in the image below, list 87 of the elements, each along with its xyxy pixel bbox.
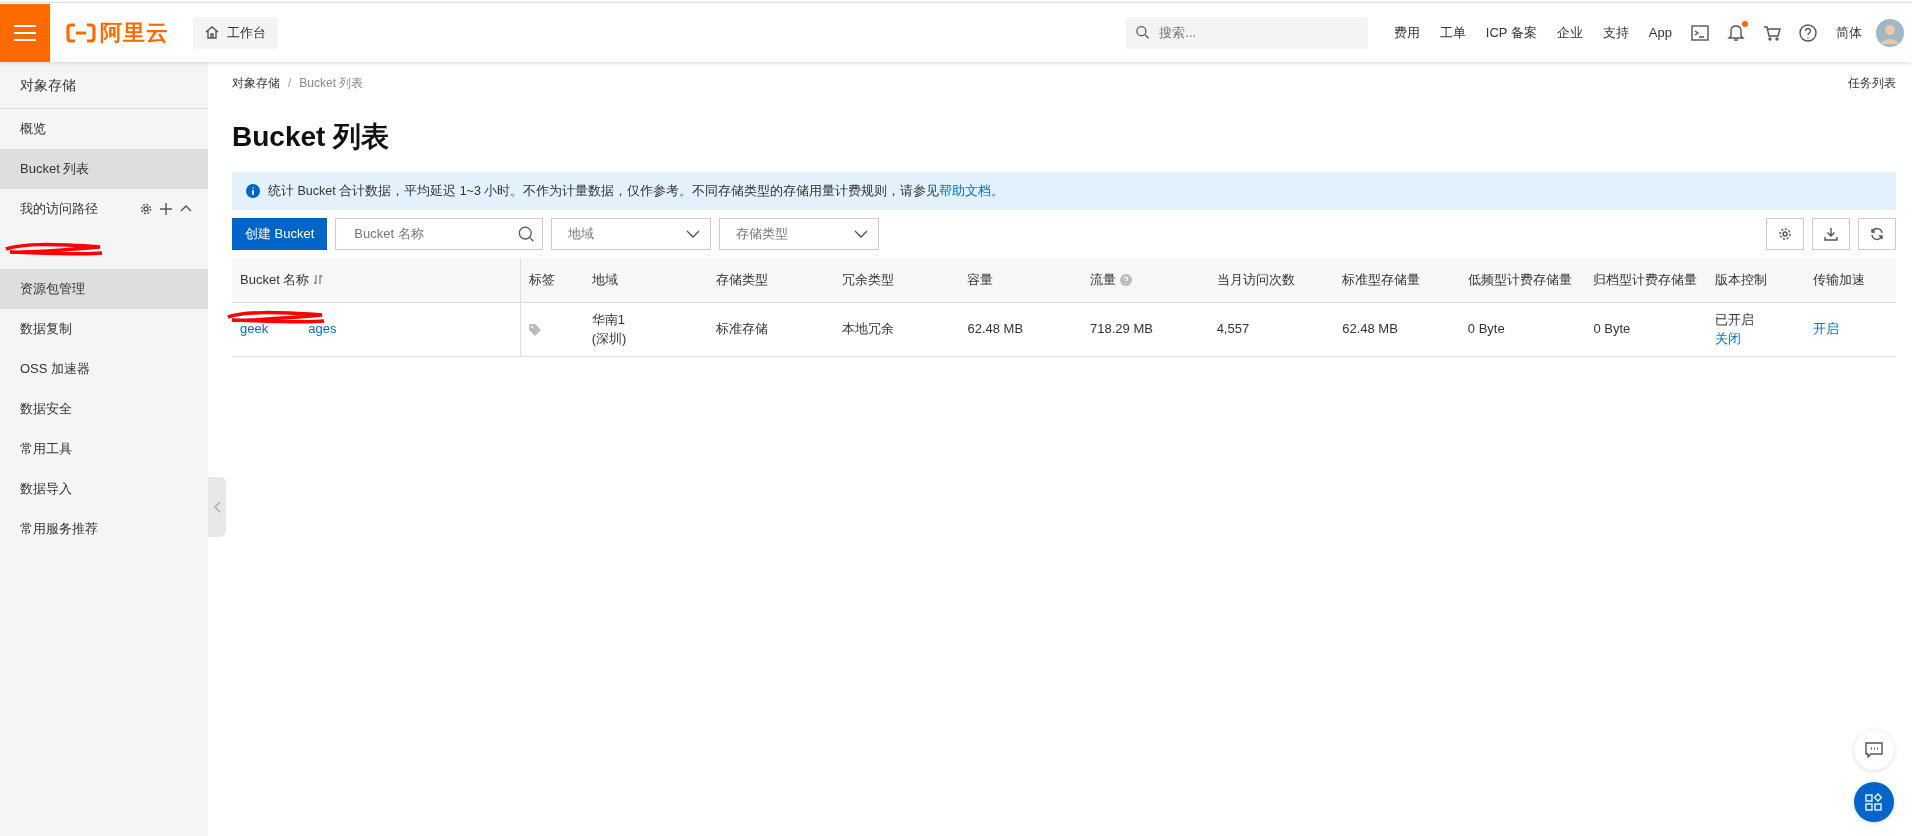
menu-button[interactable]	[0, 3, 50, 62]
sidebar-section-label: 我的访问路径	[20, 200, 98, 219]
column-header: 标准型存储量	[1342, 271, 1421, 289]
language-link[interactable]: 简体	[1826, 22, 1872, 43]
feedback-button[interactable]	[1854, 730, 1894, 770]
refresh-icon	[1870, 227, 1884, 241]
table-cell: 0 Byte	[1467, 321, 1505, 337]
sidebar-item[interactable]: OSS 加速器	[0, 349, 208, 389]
breadcrumb-link[interactable]: Bucket 列表	[299, 74, 364, 92]
apps-icon	[1865, 793, 1883, 811]
column-header: 流量	[1090, 271, 1117, 289]
cart-icon	[1763, 23, 1781, 42]
nav-link[interactable]: 工单	[1429, 22, 1476, 43]
filter-dropdown[interactable]: 存储类型	[719, 218, 880, 250]
table-cell: 718.29 MB	[1090, 321, 1153, 337]
sidebar-item[interactable]: Bucket 列表	[0, 149, 208, 189]
plus-icon[interactable]	[160, 203, 172, 215]
search-field[interactable]: 搜索...	[1157, 21, 1358, 44]
apps-button[interactable]	[1854, 782, 1894, 822]
bell-icon	[1727, 23, 1745, 42]
nav-link[interactable]: App	[1638, 22, 1682, 43]
column-header: 冗余类型	[841, 271, 894, 289]
column-header: 归档型计费存储量	[1593, 271, 1698, 289]
info-text: 统计 Bucket 合计数据，平均延迟 1~3 小时。不作为计量数据，仅作参考。不同存储类型的存储用量计费规则，请参见帮助文档。	[268, 182, 1005, 200]
column-header: 容量	[967, 271, 994, 289]
column-header: 低频型计费存储量	[1467, 271, 1572, 289]
table-cell: 62.48 MB	[967, 321, 1024, 337]
chevron-left-icon	[213, 501, 221, 513]
chat-icon	[1865, 742, 1883, 758]
column-header: 地域	[591, 271, 618, 289]
disable-link[interactable]: 关闭	[1715, 329, 1741, 349]
table-cell-text: (深圳)	[591, 330, 628, 348]
home-icon	[205, 26, 219, 39]
search-icon	[518, 225, 535, 243]
breadcrumb-link[interactable]: 对象存储	[232, 74, 280, 92]
refresh-button[interactable]	[1858, 218, 1896, 250]
table-cell: 62.48 MB	[1342, 321, 1398, 337]
help-icon	[1799, 23, 1817, 42]
column-header: 当月访问次数	[1216, 271, 1295, 289]
table-cell: 0 Byte	[1593, 321, 1631, 337]
sidebar-title: 对象存储	[0, 62, 208, 109]
sidebar-item[interactable]: 数据安全	[0, 389, 208, 429]
download-icon	[1824, 227, 1838, 241]
table-cell: 标准存储	[716, 321, 769, 337]
column-header: 传输加速	[1813, 271, 1866, 289]
nav-link[interactable]: 企业	[1546, 22, 1593, 43]
table-cell: 本地冗余	[841, 321, 894, 337]
settings-button[interactable]	[1766, 218, 1804, 250]
sidebar-item[interactable]: 资源包管理	[0, 269, 208, 309]
avatar[interactable]	[1876, 18, 1904, 47]
bucket-name-link[interactable]: ages	[308, 319, 337, 339]
settings-icon[interactable]	[140, 203, 152, 215]
page-title: Bucket 列表	[232, 120, 391, 154]
search-icon	[1135, 25, 1150, 40]
sidebar-item[interactable]: 数据复制	[0, 309, 208, 349]
column-header: 版本控制	[1715, 271, 1767, 289]
table-cell-text: 已开启	[1715, 310, 1755, 329]
enable-link[interactable]: 开启	[1813, 321, 1840, 337]
settings-icon	[1778, 227, 1792, 241]
workbench-button[interactable]: 工作台	[193, 16, 278, 49]
table-cell-text: 华南1	[591, 310, 626, 329]
terminal-icon	[1691, 23, 1709, 42]
filter-dropdown[interactable]: 地域	[551, 218, 712, 250]
create-bucket-button[interactable]: 创建 Bucket	[232, 218, 328, 250]
task-list-link[interactable]: 任务列表	[1848, 74, 1896, 92]
column-header: 标签	[528, 271, 555, 289]
table-cell: 4,557	[1216, 321, 1250, 337]
info-icon	[246, 184, 260, 198]
nav-link[interactable]: 支持	[1592, 22, 1639, 43]
column-header: Bucket 名称	[240, 271, 310, 289]
nav-link[interactable]: 费用	[1383, 22, 1430, 43]
breadcrumb-separator: /	[288, 75, 292, 92]
chevron-down-icon	[686, 230, 701, 238]
search-bar[interactable]: 搜索...	[1125, 16, 1368, 49]
sidebar-item[interactable]: 常用工具	[0, 429, 208, 469]
sidebar-item[interactable]: 数据导入	[0, 469, 208, 509]
bucket-name-link[interactable]: geek	[240, 319, 269, 339]
help-doc-link[interactable]: 帮助文档	[939, 183, 992, 198]
bucket-search-bar[interactable]: Bucket 名称	[335, 218, 544, 250]
column-header: 存储类型	[716, 271, 769, 289]
nav-link[interactable]: ICP 备案	[1475, 22, 1547, 43]
chevron-down-icon	[854, 230, 869, 238]
sidebar-item[interactable]: 常用服务推荐	[0, 509, 208, 549]
sidebar-item[interactable]: 概览	[0, 109, 208, 149]
sort-icon[interactable]	[313, 274, 324, 286]
menu-icon	[14, 24, 36, 41]
download-button[interactable]	[1812, 218, 1850, 250]
